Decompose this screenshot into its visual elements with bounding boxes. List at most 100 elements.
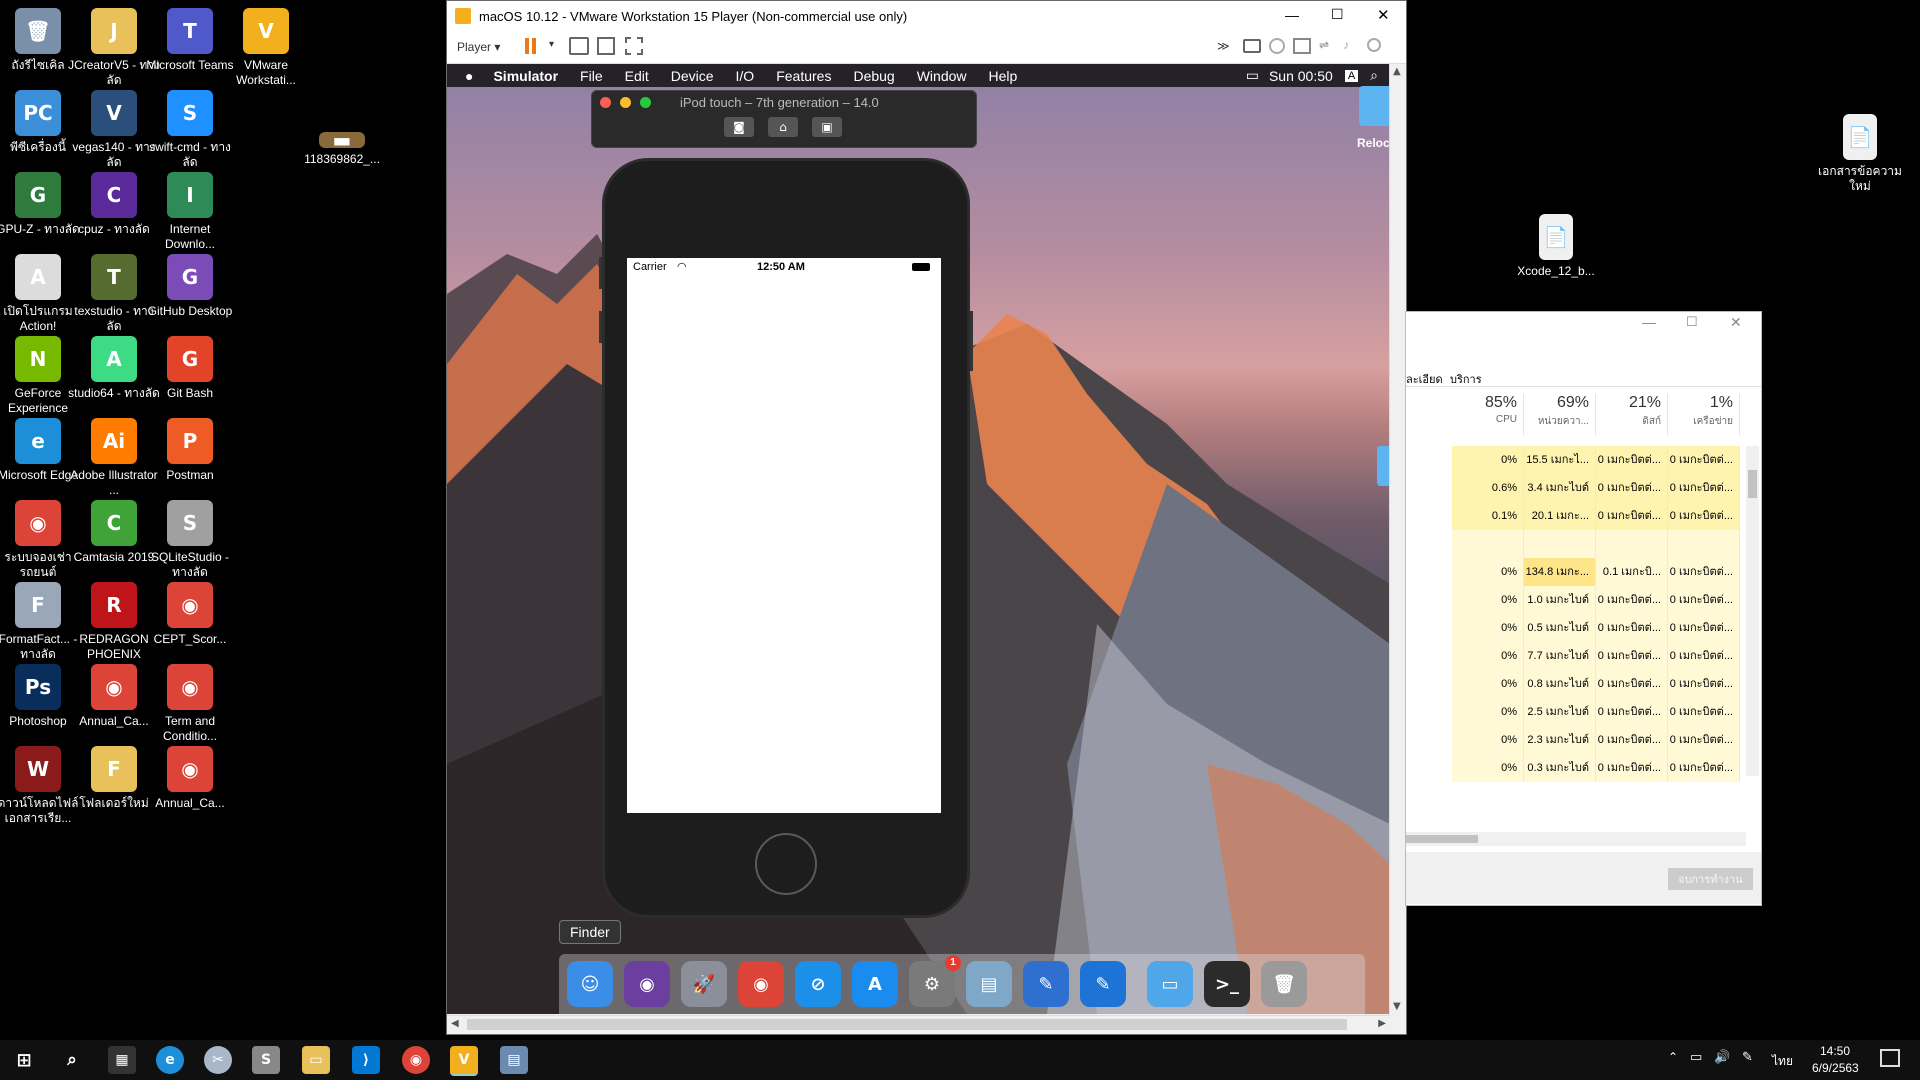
sqlite-icon[interactable]: S: [252, 1046, 280, 1074]
table-row[interactable]: [1452, 530, 1740, 558]
input-source-badge[interactable]: A: [1344, 69, 1359, 82]
safari-icon[interactable]: ⊘: [795, 961, 841, 1007]
tm-column-header[interactable]: 1% เครือข่าย: [1668, 394, 1740, 436]
spotlight-icon[interactable]: ⌕: [1370, 67, 1378, 84]
mac-menu-io[interactable]: I/O: [736, 68, 755, 84]
finder-icon[interactable]: ☺: [567, 961, 613, 1007]
table-row[interactable]: 0% 7.7 เมกะไบต์ 0 เมกะบิตต่... 0 เมกะบิตต่.…: [1452, 642, 1740, 670]
clock-date[interactable]: 6/9/2563: [1812, 1061, 1859, 1075]
screenshot-button[interactable]: ◙: [724, 117, 754, 137]
usb-icon[interactable]: ⇌: [1319, 38, 1329, 52]
terminal-icon[interactable]: >_: [1204, 961, 1250, 1007]
tm-tab-services[interactable]: บริการ: [1450, 370, 1482, 388]
fit-guest-icon[interactable]: [597, 37, 615, 55]
mac-menu-simulator[interactable]: Simulator: [493, 68, 558, 84]
xcode-beta-icon[interactable]: ✎: [1023, 961, 1069, 1007]
sim-close-button[interactable]: [600, 97, 611, 108]
launchpad-icon[interactable]: 🚀: [681, 961, 727, 1007]
mac-menu-window[interactable]: Window: [917, 68, 967, 84]
tm-scrollbar[interactable]: [1746, 446, 1759, 776]
sim-minimize-button[interactable]: [620, 97, 631, 108]
macos-guest-display[interactable]: ● Simulator File Edit Device I/O Features Debu…: [447, 64, 1390, 1014]
scroll-up-arrow-icon[interactable]: ▲: [1393, 66, 1401, 77]
sound-icon[interactable]: ♪: [1343, 38, 1349, 52]
table-row[interactable]: 0.6% 3.4 เมกะไบต์ 0 เมกะบิตต่... 0 เมกะบิตต…: [1452, 474, 1740, 502]
desktop-icon[interactable]: I Internet Downlo...: [144, 168, 236, 252]
vmware-taskbar-icon[interactable]: V: [450, 1046, 478, 1076]
language-indicator[interactable]: ไทย: [1772, 1052, 1793, 1071]
maximize-button[interactable]: ☐: [1331, 6, 1344, 23]
scroll-down-arrow-icon[interactable]: ▼: [1393, 1001, 1401, 1012]
sim-zoom-button[interactable]: [640, 97, 651, 108]
airplay-icon[interactable]: ▭: [1246, 67, 1259, 84]
tm-column-header[interactable]: 85% CPU: [1452, 394, 1524, 436]
scroll-right-arrow-icon[interactable]: ▶: [1378, 1018, 1386, 1029]
tm-column-header[interactable]: 21% ดิสก์: [1596, 394, 1668, 436]
desktop-icon[interactable]: S SQLiteStudio - ทางลัด: [144, 496, 236, 580]
app-store-icon[interactable]: A: [852, 961, 898, 1007]
unity-icon[interactable]: [625, 37, 643, 55]
tm-hscrollbar[interactable]: [1406, 832, 1746, 846]
start-windows-icon[interactable]: ⊞: [10, 1046, 38, 1074]
tm-column-header[interactable]: 69% หน่วยควา...: [1524, 394, 1596, 436]
table-row[interactable]: 0% 2.3 เมกะไบต์ 0 เมกะบิตต่... 0 เมกะบิตต่.…: [1452, 726, 1740, 754]
table-row[interactable]: 0.1% 20.1 เมกะ... 0 เมกะบิตต่... 0 เมกะบิตต…: [1452, 502, 1740, 530]
vmware-vertical-scrollbar[interactable]: ▲ ▼: [1389, 64, 1406, 1014]
desktop-icon[interactable]: P Postman: [144, 414, 236, 483]
system-preferences-icon[interactable]: ⚙ 1: [909, 955, 961, 1007]
tm-close-button[interactable]: ✕: [1730, 314, 1742, 331]
vscode-icon[interactable]: ⟩: [352, 1046, 380, 1074]
table-row[interactable]: 0% 0.5 เมกะไบต์ 0 เมกะบิตต่... 0 เมกะบิตต่.…: [1452, 614, 1740, 642]
mac-clock[interactable]: Sun 00:50: [1269, 68, 1333, 84]
table-row[interactable]: 0% 2.5 เมกะไบต์ 0 เมกะบิตต่... 0 เมกะบิตต่.…: [1452, 698, 1740, 726]
desktop-icon[interactable]: G GitHub Desktop: [144, 250, 236, 319]
desktop-icon[interactable]: Sswift-cmd - ทางลัด: [144, 86, 236, 170]
device-home-button[interactable]: [755, 833, 817, 895]
search-icon[interactable]: ⌕: [58, 1046, 86, 1074]
generic-app-icon[interactable]: ▤: [500, 1046, 528, 1074]
minimize-button[interactable]: —: [1285, 7, 1299, 23]
pause-dropdown-icon[interactable]: ▾: [549, 39, 554, 50]
table-row[interactable]: 0% 0.8 เมกะไบต์ 0 เมกะบิตต่... 0 เมกะบิตต่.…: [1452, 670, 1740, 698]
player-menu-button[interactable]: Player ▾: [457, 40, 500, 54]
desktop-icon[interactable]: 📄 Xcode_12_b...: [1510, 210, 1602, 279]
tm-scroll-thumb[interactable]: [1748, 470, 1757, 498]
desktop-icon[interactable]: ◉ Term and Conditio...: [144, 660, 236, 744]
tm-maximize-button[interactable]: ☐: [1686, 314, 1698, 330]
folder-icon[interactable]: ▭: [1147, 961, 1193, 1007]
pen-tray-icon[interactable]: ✎: [1742, 1050, 1753, 1065]
edge-icon[interactable]: e: [156, 1046, 184, 1074]
notifications-icon[interactable]: [1880, 1049, 1900, 1067]
mac-menu-features[interactable]: Features: [776, 68, 831, 84]
calculator-icon[interactable]: ▦: [108, 1046, 136, 1074]
show-hidden-icons-icon[interactable]: ⌃: [1668, 1050, 1678, 1064]
tm-tab-details[interactable]: ละเอียด: [1406, 370, 1443, 388]
desktop-icon[interactable]: V VMware Workstati...: [220, 4, 312, 88]
table-row[interactable]: 0% 0.3 เมกะไบต์ 0 เมกะบิตต่... 0 เมกะบิตต่.…: [1452, 754, 1740, 782]
preview-icon[interactable]: ▤: [966, 961, 1012, 1007]
network-icon[interactable]: [1293, 38, 1311, 54]
cd-icon[interactable]: [1269, 38, 1285, 54]
volume-tray-icon[interactable]: 🔊: [1714, 1050, 1730, 1065]
siri-icon[interactable]: ◉: [624, 961, 670, 1007]
apple-icon[interactable]: ●: [465, 68, 473, 84]
message-icon[interactable]: [1367, 38, 1381, 52]
desktop-icon[interactable]: ▬ 118369862_...: [296, 128, 388, 167]
desktop-icon[interactable]: ◉ Annual_Ca...: [144, 742, 236, 811]
drive-icon[interactable]: [1243, 39, 1261, 53]
scroll-thumb[interactable]: [467, 1019, 1347, 1030]
mac-menu-device[interactable]: Device: [671, 68, 714, 84]
vmware-title-bar[interactable]: macOS 10.12 - VMware Workstation 15 Play…: [447, 1, 1406, 31]
clock-time[interactable]: 14:50: [1820, 1044, 1850, 1058]
send-ctrl-alt-del-icon[interactable]: [569, 37, 589, 55]
mac-menu-help[interactable]: Help: [989, 68, 1018, 84]
desktop-icon[interactable]: ◉ CEPT_Scor...: [144, 578, 236, 647]
screenshot-tool-icon[interactable]: ✂: [204, 1046, 232, 1074]
file-explorer-icon[interactable]: ▭: [302, 1046, 330, 1074]
end-task-button[interactable]: จบการทำงาน: [1668, 868, 1753, 890]
network-tray-icon[interactable]: ▭: [1690, 1050, 1702, 1065]
close-button[interactable]: ✕: [1377, 6, 1390, 24]
desktop-icon[interactable]: G Git Bash: [144, 332, 236, 401]
chrome-icon[interactable]: ◉: [738, 961, 784, 1007]
more-devices-icon[interactable]: ≫: [1217, 39, 1230, 53]
